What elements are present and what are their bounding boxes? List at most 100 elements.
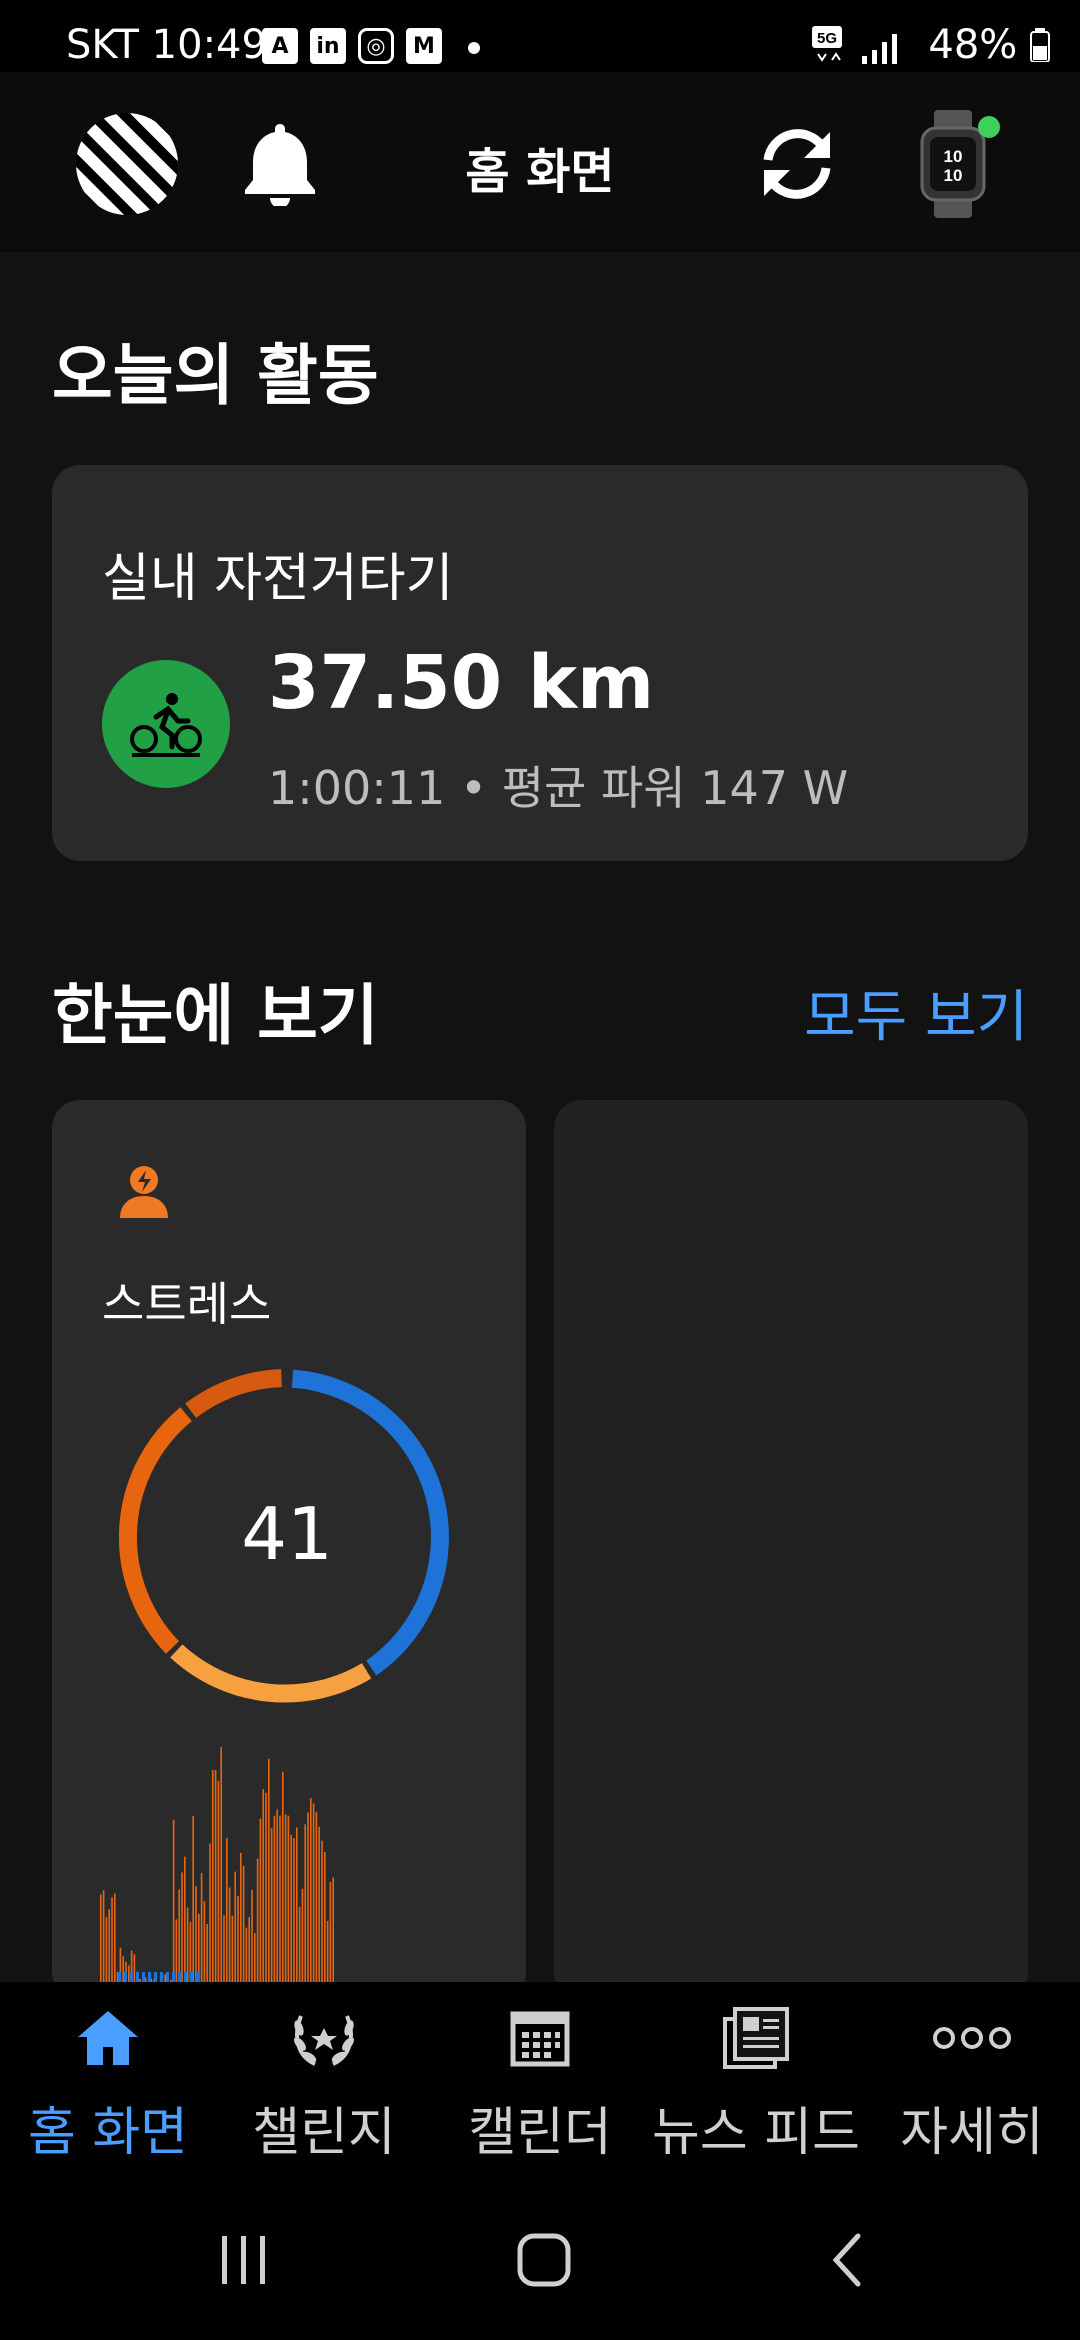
stress-bar [268,1758,270,1984]
recent-apps-icon[interactable] [216,2232,272,2288]
stress-bar [296,1827,298,1984]
stress-bar [326,1920,329,1984]
stress-bar [312,1803,315,1984]
stress-bar [307,1812,309,1984]
svg-text:10: 10 [944,147,963,166]
stress-ring-low [170,1644,372,1703]
activity-distance: 37.50 km [268,640,655,726]
stress-bar [234,1871,236,1984]
stress-bar [329,1881,332,1984]
linkedin-icon: in [310,28,346,64]
stress-value: 41 [241,1492,333,1576]
stress-bar [290,1834,292,1984]
battery-percent: 48% [928,22,1050,68]
stress-bar [181,1872,183,1984]
stress-bar [298,1906,301,1984]
stress-bar [270,1828,273,1984]
stress-bar [192,1815,194,1984]
nav-label-home: 홈 화면 [27,2103,189,2163]
sync-icon[interactable] [754,124,840,204]
stress-bar [100,1894,102,1984]
stress-bar [245,1927,248,1984]
cycling-icon [130,693,202,757]
battery-icon [1030,28,1050,63]
stress-bar [217,1780,220,1984]
stress-bar [324,1851,326,1984]
stress-bar [287,1815,290,1984]
status-time: SKT 10:49 [66,22,267,68]
stress-bar [256,1858,259,1984]
stress-bar [251,1889,253,1984]
glance-card-empty[interactable] [554,1100,1028,2000]
notification-dot-icon [468,42,480,54]
stress-bar [240,1852,242,1984]
stress-bar [203,1901,206,1984]
svg-text:10: 10 [944,166,963,185]
laurel-icon [294,2015,354,2066]
stress-bar [310,1798,312,1984]
stress-bar [282,1771,284,1984]
stress-bar [304,1824,306,1984]
stress-bar [254,1933,256,1984]
stress-bar [242,1865,245,1984]
svg-text:5G: 5G [817,30,837,47]
home-button-icon[interactable] [516,2232,572,2288]
stress-bar-chart [100,1746,334,1984]
network-signal-icon: 5G [812,26,897,64]
section-title-today: 오늘의 활동 [52,337,379,414]
stress-ring-high [185,1369,283,1418]
nav-label-newsfeed: 뉴스 피드 [652,2103,860,2163]
stress-bar [184,1856,186,1984]
nav-label-challenges: 챌린지 [252,2103,396,2163]
gmail-icon: M [406,28,442,64]
stress-bar [293,1837,295,1984]
stress-bar [301,1888,304,1984]
stress-bar [102,1890,105,1984]
stress-bar [226,1837,228,1984]
stress-bar [223,1915,225,1984]
nav-item-more[interactable]: 자세히 [864,2000,1080,2165]
stress-bar [195,1886,197,1984]
section-title-glance: 한눈에 보기 [52,977,379,1054]
stress-bar [279,1815,281,1984]
stress-bar [105,1917,108,1984]
stress-bar [259,1818,262,1984]
nav-item-challenges[interactable]: 챌린지 [216,2000,432,2165]
stress-bar [200,1872,203,1984]
stress-bar [318,1826,320,1984]
stress-bar [321,1840,323,1984]
nav-item-calendar[interactable]: 캘린더 [432,2000,648,2165]
device-connected-dot [978,116,1000,138]
stress-bar [214,1769,217,1984]
stress-bar [284,1814,287,1984]
stress-bar [108,1909,110,1984]
stress-label: 스트레스 [102,1277,272,1331]
stress-bar [276,1809,278,1984]
stress-bar [248,1917,250,1984]
activity-type-badge [102,660,230,788]
instagram-icon: ◎ [358,28,394,64]
stress-icon [120,1166,168,1218]
back-icon[interactable] [826,2230,870,2290]
translate-icon: A [262,28,298,64]
stress-bar [206,1924,208,1984]
stress-bar [212,1769,214,1984]
stress-bar [262,1789,264,1984]
stress-bar [220,1746,222,1984]
stress-bar [332,1877,334,1984]
activity-name: 실내 자전거타기 [102,549,454,609]
stress-bar [133,1954,136,1984]
stress-bar [175,1919,178,1984]
stress-bar [178,1889,180,1984]
stress-bar [237,1895,239,1984]
home-icon [78,2011,138,2065]
stress-bar [273,1815,276,1984]
nav-item-newsfeed[interactable]: 뉴스 피드 [648,2000,864,2165]
view-all-link[interactable]: 모두 보기 [804,972,1028,1053]
stress-bar [228,1887,231,1984]
stress-bar [231,1915,234,1984]
calendar-icon [510,2011,570,2067]
nav-label-calendar: 캘린더 [468,2103,612,2163]
activity-meta: 1:00:11 • 평균 파워 147 W [268,761,849,815]
nav-item-home[interactable]: 홈 화면 [0,2000,216,2165]
